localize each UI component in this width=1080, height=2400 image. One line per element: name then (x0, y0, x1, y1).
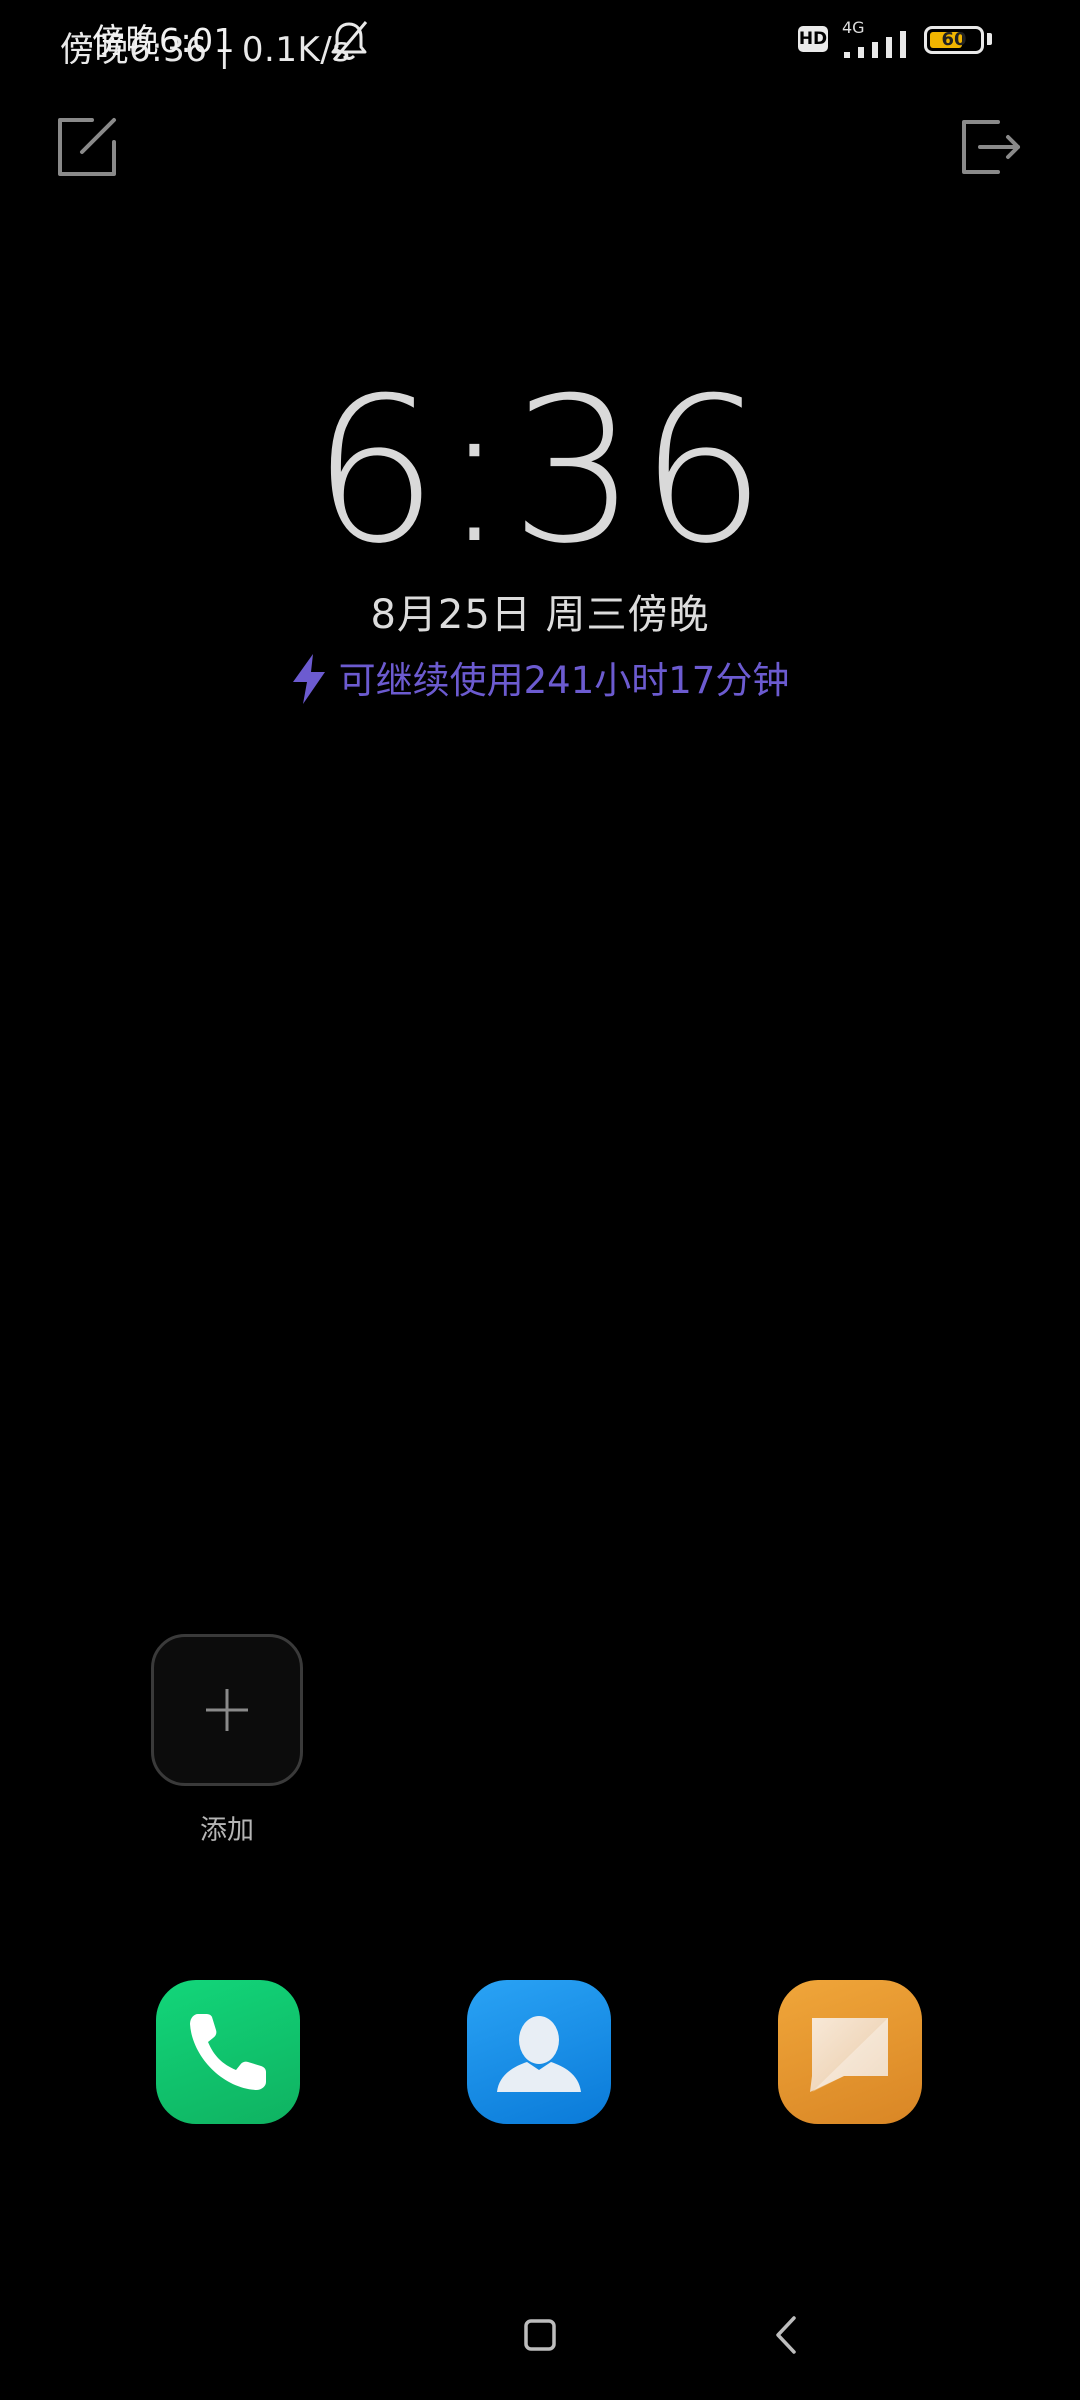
lock-screen: 傍晚6:36 | 0.1K/s 傍晚6:01 HD 4G 60 6:36 8月2… (0, 0, 1080, 2400)
phone-app-button[interactable] (156, 1980, 300, 2124)
messages-icon (810, 2018, 888, 2092)
battery-icon: 60 (924, 26, 984, 54)
phone-icon (190, 2014, 266, 2090)
battery-remaining: 可继续使用241小时17分钟 (0, 650, 1080, 708)
home-square-icon[interactable] (523, 2318, 557, 2352)
plus-icon (206, 1689, 248, 1731)
lock-clock: 6:36 (311, 355, 769, 588)
mute-bell-icon (331, 21, 368, 61)
add-widget-label: 添加 (200, 1815, 254, 1846)
exit-icon[interactable] (956, 112, 1026, 182)
messages-app-button[interactable] (778, 1980, 922, 2124)
status-bar-left: 傍晚6:36 | 0.1K/s 傍晚6:01 (60, 14, 400, 74)
edit-icon[interactable] (52, 112, 122, 182)
signal-strength-icon (844, 31, 906, 58)
lightning-bolt-icon (292, 653, 325, 704)
contacts-app-button[interactable] (467, 1980, 611, 2124)
hd-badge: HD (798, 26, 828, 52)
battery-cap (987, 33, 992, 45)
lock-date: 8月25日 周三傍晚 (370, 592, 710, 638)
status-bar-right: HD 4G 60 (798, 18, 1018, 66)
add-widget-button[interactable] (151, 1634, 303, 1786)
status-time-overlay: 傍晚6:01 (92, 21, 236, 60)
battery-remaining-text: 可继续使用241小时17分钟 (338, 659, 790, 702)
battery-level-text: 60 (941, 29, 967, 50)
contacts-icon (497, 2016, 581, 2092)
back-chevron-icon[interactable] (770, 2314, 800, 2356)
